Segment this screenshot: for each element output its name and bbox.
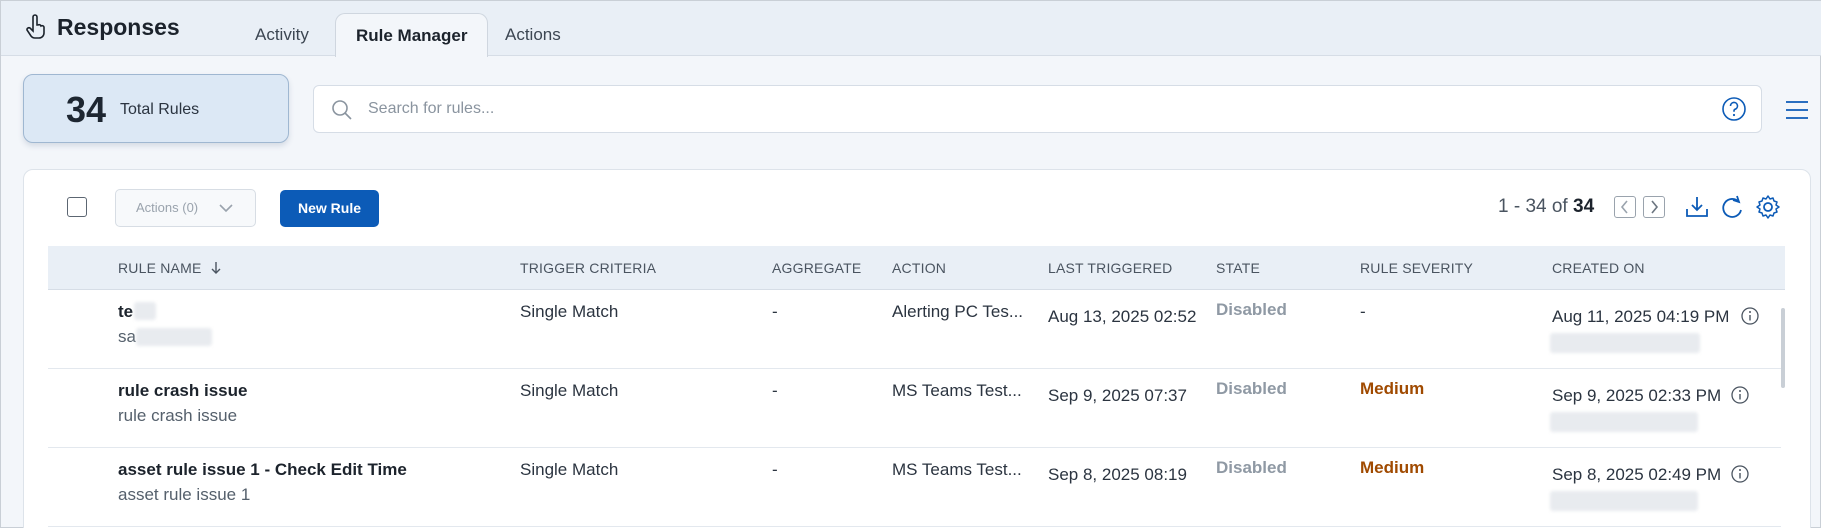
refresh-icon[interactable] xyxy=(1719,194,1745,220)
action: MS Teams Test... xyxy=(892,381,1022,400)
gear-icon[interactable] xyxy=(1755,194,1781,220)
pagination-total: 34 xyxy=(1573,196,1595,217)
created-on: Sep 8, 2025 02:49 PM xyxy=(1552,465,1722,484)
chevron-left-icon xyxy=(1620,200,1628,214)
last-triggered: Sep 8, 2025 08:19 xyxy=(1048,465,1187,484)
total-rules-count: 34 xyxy=(66,89,107,130)
last-triggered: Aug 13, 2025 02:52 xyxy=(1048,307,1196,326)
column-header-rule-name[interactable]: RULE NAME xyxy=(118,260,222,276)
trigger-criteria: Single Match xyxy=(520,381,619,400)
column-header-last-triggered[interactable]: LAST TRIGGERED xyxy=(1048,260,1172,276)
aggregate: - xyxy=(772,302,778,321)
pagination-info: 1 - 34 of 34 xyxy=(1498,196,1594,218)
hand-pointer-icon xyxy=(26,14,45,39)
total-rules-card[interactable]: 34 Total Rules xyxy=(23,74,289,143)
rule-description: asset rule issue 1 xyxy=(118,485,251,504)
redacted-text xyxy=(134,302,156,320)
action: Alerting PC Tes... xyxy=(892,302,1024,321)
column-header-trigger-criteria[interactable]: TRIGGER CRITERIA xyxy=(520,260,656,276)
aggregate: - xyxy=(772,460,778,479)
help-icon[interactable] xyxy=(1721,96,1747,122)
table-row[interactable]: asset rule issue 1 - Check Edit Time ass… xyxy=(48,448,1781,527)
rule-description: rule crash issue xyxy=(118,406,238,425)
state-badge: Disabled xyxy=(1216,300,1287,319)
created-on: Sep 9, 2025 02:33 PM xyxy=(1552,386,1722,405)
tab-actions[interactable]: Actions xyxy=(485,13,581,57)
state-badge: Disabled xyxy=(1216,458,1287,477)
column-header-aggregate[interactable]: AGGREGATE xyxy=(772,260,861,276)
chevron-down-icon xyxy=(219,204,233,213)
table-row[interactable]: rule crash issue rule crash issue Single… xyxy=(48,369,1781,448)
menu-icon[interactable] xyxy=(1784,99,1810,121)
actions-dropdown[interactable]: Actions (0) xyxy=(115,189,256,227)
info-icon[interactable] xyxy=(1730,385,1750,405)
chevron-right-icon xyxy=(1651,200,1659,214)
info-icon[interactable] xyxy=(1740,306,1760,326)
column-header-action[interactable]: ACTION xyxy=(892,260,946,276)
redacted-text xyxy=(136,328,212,346)
rule-description: sa xyxy=(118,327,136,346)
search-bar xyxy=(313,85,1762,133)
select-all-checkbox[interactable] xyxy=(67,197,87,217)
redacted-text xyxy=(1550,333,1700,353)
rule-severity: Medium xyxy=(1360,379,1425,398)
pagination-range: 1 - 34 of xyxy=(1498,196,1568,217)
created-on: Aug 11, 2025 04:19 PM xyxy=(1552,307,1730,326)
download-icon[interactable] xyxy=(1684,194,1710,220)
search-input[interactable] xyxy=(368,94,1688,124)
rule-name[interactable]: te xyxy=(118,302,133,322)
info-icon[interactable] xyxy=(1730,464,1750,484)
last-triggered: Sep 9, 2025 07:37 xyxy=(1048,386,1187,405)
column-header-rule-severity[interactable]: RULE SEVERITY xyxy=(1360,260,1473,276)
next-page-button[interactable] xyxy=(1643,196,1665,218)
table-row[interactable]: te sa Single Match - Alerting PC Tes... … xyxy=(48,290,1781,369)
action: MS Teams Test... xyxy=(892,460,1022,479)
aggregate: - xyxy=(772,381,778,400)
rule-name[interactable]: asset rule issue 1 - Check Edit Time xyxy=(118,460,407,480)
redacted-text xyxy=(1550,412,1698,432)
state-badge: Disabled xyxy=(1216,379,1287,398)
rule-name[interactable]: rule crash issue xyxy=(118,381,247,401)
table-scrollbar[interactable] xyxy=(1781,308,1785,388)
tab-activity[interactable]: Activity xyxy=(235,13,329,57)
rule-severity: Medium xyxy=(1360,458,1425,477)
prev-page-button[interactable] xyxy=(1614,196,1636,218)
new-rule-button[interactable]: New Rule xyxy=(280,190,379,227)
table-header: RULE NAME TRIGGER CRITERIA AGGREGATE ACT… xyxy=(48,246,1785,290)
trigger-criteria: Single Match xyxy=(520,302,619,321)
search-icon xyxy=(332,100,352,120)
total-rules-label: Total Rules xyxy=(120,101,200,118)
top-bar: Responses Activity Rule Manager Actions xyxy=(1,1,1821,57)
column-header-created-on[interactable]: CREATED ON xyxy=(1552,260,1645,276)
rule-severity: - xyxy=(1360,302,1366,321)
app-title: Responses xyxy=(57,14,180,40)
redacted-text xyxy=(1550,491,1698,511)
column-header-state[interactable]: STATE xyxy=(1216,260,1260,276)
sort-down-icon xyxy=(211,262,221,274)
tab-rule-manager[interactable]: Rule Manager xyxy=(335,13,489,57)
actions-dropdown-label: Actions (0) xyxy=(136,200,199,215)
trigger-criteria: Single Match xyxy=(520,460,619,479)
